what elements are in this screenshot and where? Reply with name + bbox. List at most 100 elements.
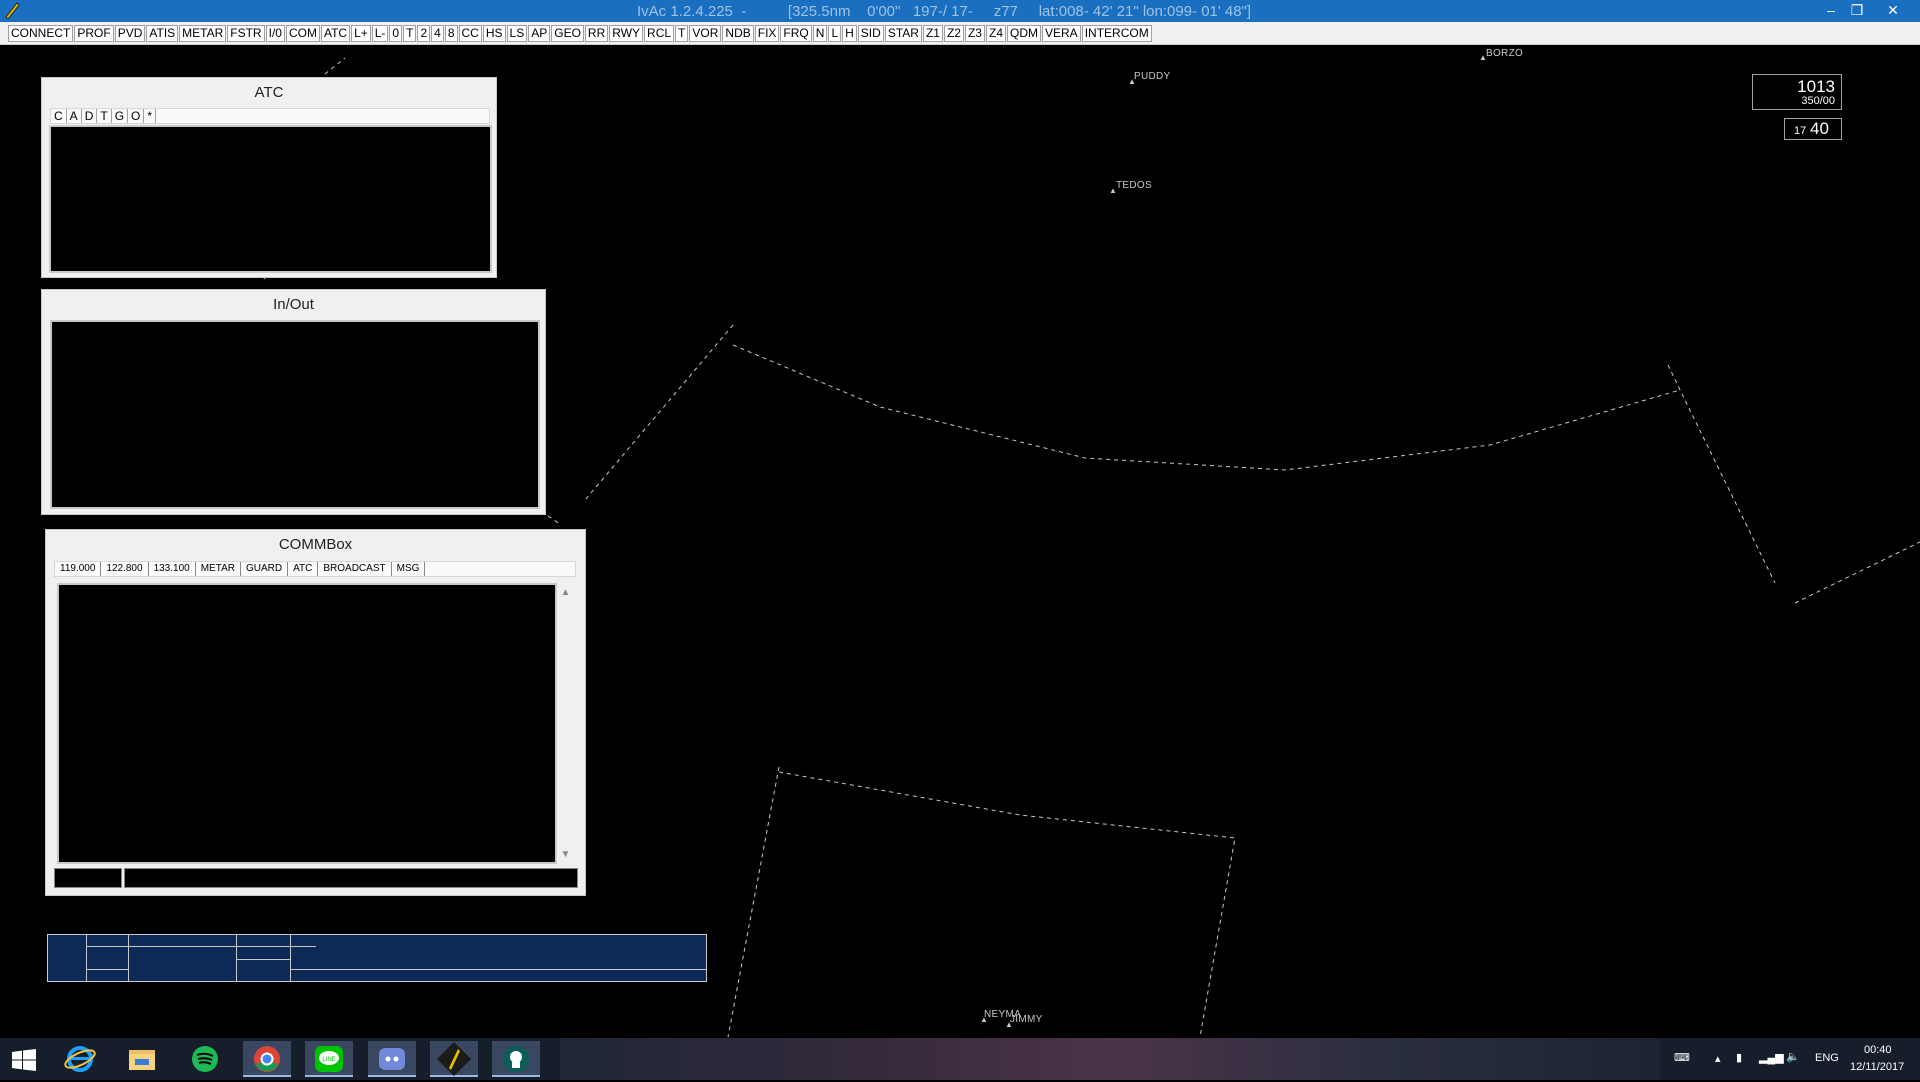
toolbar-button-hs[interactable]: HS <box>482 25 506 42</box>
gitkraken-icon[interactable] <box>492 1041 540 1077</box>
toolbar-button-i-0[interactable]: I/0 <box>265 25 285 42</box>
title-bar: IvAc 1.2.4.225 - [325.5nm 0'00" 197-/ 17… <box>0 0 1920 22</box>
toolbar-button-frq[interactable]: FRQ <box>780 25 812 42</box>
fix-label[interactable]: JIMMY <box>1010 1014 1043 1025</box>
toolbar-button-l-[interactable]: L+ <box>351 25 371 42</box>
toolbar-button-atc[interactable]: ATC <box>320 25 351 42</box>
signal-icon[interactable]: ▂▄▆ <box>1759 1051 1784 1064</box>
toolbar-button-star[interactable]: STAR <box>884 25 922 42</box>
toolbar-button-atis[interactable]: ATIS <box>146 25 179 42</box>
toolbar-button-rr[interactable]: RR <box>584 25 609 42</box>
toolbar-button-sid[interactable]: SID <box>857 25 884 42</box>
discord-icon[interactable] <box>368 1041 416 1077</box>
commbox-message-input[interactable] <box>124 868 578 888</box>
commbox-prefix-input[interactable] <box>54 868 122 888</box>
toolbar-button-z3[interactable]: Z3 <box>964 25 985 42</box>
toolbar-button-geo[interactable]: GEO <box>551 25 584 42</box>
chevron-down-icon[interactable]: ▼ <box>557 849 574 860</box>
start-icon[interactable] <box>12 1049 36 1071</box>
toolbar-button-ndb[interactable]: NDB <box>722 25 754 42</box>
atc-filter-button[interactable]: A <box>67 109 82 123</box>
inout-list[interactable] <box>50 320 540 509</box>
commbox-tab-bar: 119.000 122.800 133.100 METAR GUARD ATC BROADC… <box>54 561 576 577</box>
toolbar-button-4[interactable]: 4 <box>431 25 444 42</box>
toolbar-button-qdm[interactable]: QDM <box>1007 25 1041 42</box>
toolbar-button-fix[interactable]: FIX <box>754 25 780 42</box>
commbox-tab[interactable]: METAR <box>196 562 241 576</box>
sector-boundary <box>547 515 561 525</box>
toolbar-button-rcl[interactable]: RCL <box>644 25 675 42</box>
volume-icon[interactable]: 🔈 <box>1786 1050 1800 1063</box>
toolbar-button-2[interactable]: 2 <box>417 25 431 42</box>
fix-label[interactable]: PUDDY <box>1134 71 1171 82</box>
commbox-tab[interactable]: 133.100 <box>149 562 196 576</box>
chevron-up-icon[interactable]: ▲ <box>557 587 574 598</box>
internet-explorer-icon[interactable] <box>56 1041 104 1077</box>
line-icon[interactable]: LINE <box>305 1041 353 1077</box>
toolbar-button-vor[interactable]: VOR <box>689 25 722 42</box>
toolbar-button-com[interactable]: COM <box>285 25 320 42</box>
ivac-icon[interactable] <box>430 1041 478 1077</box>
toolbar-button-cc[interactable]: CC <box>458 25 482 42</box>
inout-panel[interactable]: In/Out <box>41 289 546 515</box>
minimize-button[interactable]: – <box>1818 0 1844 22</box>
toolbar-button-connect[interactable]: CONNECT <box>8 25 74 42</box>
toolbar-button-pvd[interactable]: PVD <box>114 25 146 42</box>
toolbar-button-z1[interactable]: Z1 <box>922 25 943 42</box>
toolbar-button-h[interactable]: H <box>842 25 857 42</box>
qnh-box[interactable]: 1013 350/00 <box>1752 74 1842 110</box>
toolbar-button-ap[interactable]: AP <box>528 25 551 42</box>
clock-date[interactable]: 12/11/2017 <box>1850 1061 1904 1073</box>
sector-boundary <box>1794 541 1920 604</box>
atc-filter-button[interactable]: * <box>144 109 157 123</box>
toolbar-button-t[interactable]: T <box>675 25 689 42</box>
atc-filter-button[interactable]: G <box>112 109 129 123</box>
clock-time[interactable]: 00:40 <box>1864 1044 1892 1056</box>
atc-filter-button[interactable]: C <box>51 109 67 123</box>
toolbar-button-intercom[interactable]: INTERCOM <box>1081 25 1152 42</box>
toolbar-button-vera[interactable]: VERA <box>1042 25 1081 42</box>
close-button[interactable]: ✕ <box>1880 0 1906 22</box>
commbox-tab[interactable]: 119.000 <box>55 562 102 576</box>
commbox-messages[interactable] <box>57 583 557 864</box>
toolbar-button-z2[interactable]: Z2 <box>943 25 964 42</box>
commbox-tab[interactable]: GUARD <box>241 562 289 576</box>
restore-button[interactable]: ❐ <box>1844 0 1870 22</box>
atc-filter-button[interactable]: T <box>97 109 112 123</box>
commbox-panel[interactable]: COMMBox 119.000 122.800 133.100 METAR GUARD A… <box>45 529 586 896</box>
toolbar-button-rwy[interactable]: RWY <box>609 25 644 42</box>
sector-boundary <box>778 771 1236 1038</box>
toolbar-button-z4[interactable]: Z4 <box>985 25 1006 42</box>
fix-label[interactable]: BORZO <box>1486 48 1523 59</box>
atc-panel[interactable]: ATC C A D T G O * <box>41 77 497 278</box>
chrome-icon[interactable] <box>243 1041 291 1077</box>
spotify-icon[interactable] <box>181 1041 229 1077</box>
language-indicator[interactable]: ENG <box>1815 1052 1839 1064</box>
toolbar-button-l[interactable]: L <box>828 25 842 42</box>
keyboard-icon[interactable]: ⌨ <box>1674 1051 1690 1064</box>
toolbar-button-8[interactable]: 8 <box>444 25 458 42</box>
file-explorer-icon[interactable] <box>118 1041 166 1077</box>
commbox-tab[interactable]: ATC <box>288 562 319 576</box>
fix-label[interactable]: TEDOS <box>1116 180 1152 191</box>
toolbar-button-n[interactable]: N <box>812 25 828 42</box>
window-title: IvAc 1.2.4.225 - [325.5nm 0'00" 197-/ 17… <box>637 3 1252 20</box>
network-icon[interactable]: ▮ <box>1736 1051 1742 1064</box>
clock-hour: 17 <box>1794 125 1807 137</box>
atc-list[interactable] <box>49 125 492 273</box>
toolbar-button-t[interactable]: T <box>403 25 417 42</box>
flight-strip[interactable] <box>47 934 707 982</box>
commbox-scrollbar[interactable]: ▲ ▼ <box>556 585 574 862</box>
atc-filter-button[interactable]: O <box>128 109 145 123</box>
toolbar-button-l-[interactable]: L- <box>371 25 389 42</box>
chevron-up-icon[interactable]: ▴ <box>1715 1052 1721 1065</box>
toolbar-button-prof[interactable]: PROF <box>74 25 114 42</box>
toolbar-button-0[interactable]: 0 <box>389 25 403 42</box>
commbox-tab[interactable]: 122.800 <box>101 562 149 576</box>
commbox-tab[interactable]: BROADCAST <box>318 562 392 576</box>
toolbar-button-fstr[interactable]: FSTR <box>227 25 265 42</box>
toolbar-button-metar[interactable]: METAR <box>179 25 227 42</box>
commbox-tab[interactable]: MSG <box>392 562 426 576</box>
toolbar-button-ls[interactable]: LS <box>506 25 528 42</box>
atc-filter-button[interactable]: D <box>82 109 98 123</box>
